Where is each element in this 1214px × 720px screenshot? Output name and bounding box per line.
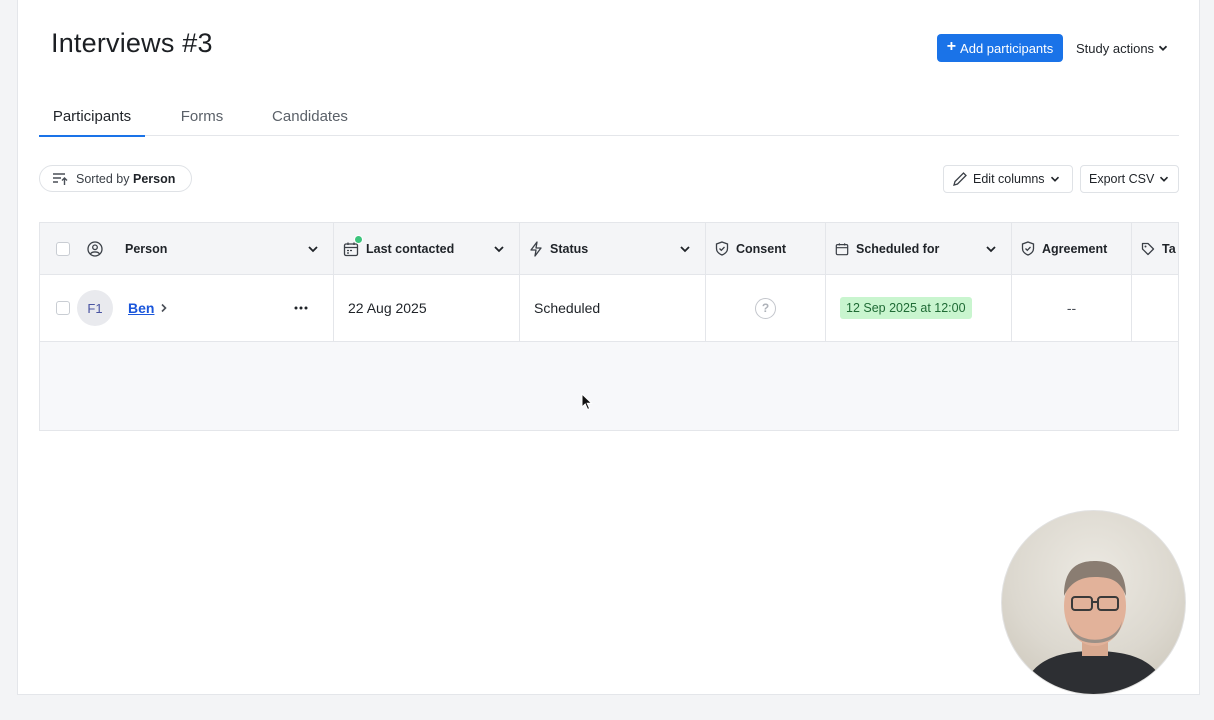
tab-candidates[interactable]: Candidates [259,96,361,136]
column-label: Agreement [1042,241,1108,256]
tab-label: Forms [180,107,224,125]
tab-participants[interactable]: Participants [39,96,145,137]
notification-dot [354,234,363,244]
sort-prefix: Sorted by [76,171,130,186]
chevron-down-icon [1158,45,1168,51]
shield-icon [1021,241,1035,256]
column-scheduled-for[interactable]: Scheduled for [826,223,1012,274]
edit-columns-button[interactable]: Edit columns [943,165,1073,193]
column-status[interactable]: Status [520,223,706,274]
cell-agreement: -- [1012,275,1132,341]
webcam-video [1001,510,1186,695]
column-agreement[interactable]: Agreement [1012,223,1132,274]
sort-field: Person [133,171,176,186]
export-csv-button[interactable]: Export CSV [1080,165,1179,193]
avatar-initials: F1 [87,300,103,316]
tab-forms[interactable]: Forms [145,96,259,136]
chevron-down-icon[interactable] [493,243,505,255]
chevron-down-icon [1050,176,1059,182]
presenter-avatar-icon [1022,561,1167,694]
cell-tags [1132,275,1178,341]
sort-button[interactable]: Sorted by Person [39,165,192,192]
mouse-cursor-icon [581,393,593,411]
chevron-down-icon[interactable] [985,243,997,255]
chevron-down-icon[interactable] [679,243,691,255]
tag-icon [1141,242,1155,255]
chevron-down-icon [1160,176,1169,182]
column-consent[interactable]: Consent [706,223,826,274]
avatar: F1 [77,290,113,326]
page-title: Interviews #3 [51,28,213,58]
calendar-icon [343,234,363,257]
row-checkbox[interactable] [56,301,70,315]
column-label: Consent [736,241,786,256]
scheduled-badge[interactable]: 12 Sep 2025 at 12:00 [840,297,972,319]
column-last-contacted[interactable]: Last contacted [334,223,520,274]
question-circle-icon[interactable]: ? [755,297,776,319]
chevron-down-icon[interactable] [307,243,319,255]
sort-label: Sorted by Person [76,172,175,186]
select-all-checkbox[interactable] [56,241,70,256]
table-row[interactable]: F1 Ben 22 Aug 2025 Scheduled ? 12 Sep 20… [40,275,1178,342]
cell-person: F1 Ben [40,275,334,341]
tab-label: Participants [52,107,132,125]
study-actions-label: Study actions [1076,40,1155,56]
column-tags[interactable]: Ta [1132,223,1178,274]
column-label: Person [125,241,168,256]
cell-last-contacted: 22 Aug 2025 [334,275,520,341]
plus-icon: + [946,38,957,55]
person-link[interactable]: Ben [128,300,154,316]
shield-icon [715,241,729,256]
add-participants-label: Add participants [960,40,1054,56]
cell-scheduled-for: 12 Sep 2025 at 12:00 [826,275,1012,341]
study-actions-button[interactable]: Study actions [1076,34,1168,62]
tab-label: Candidates [272,107,348,125]
more-options-icon[interactable] [294,306,308,310]
edit-columns-label: Edit columns [973,172,1045,186]
calendar-icon [835,242,849,255]
chevron-right-icon[interactable] [160,303,168,313]
cell-consent: ? [706,275,826,341]
pencil-icon [953,172,967,186]
column-person[interactable]: Person [40,223,334,274]
participants-table: Person Last contacted Status Consent Sch… [39,222,1179,431]
tab-bar: Participants Forms Candidates [39,96,1179,137]
column-label: Scheduled for [856,241,940,256]
column-label: Status [550,241,589,256]
sort-icon [53,172,68,185]
user-circle-icon [87,240,103,257]
cell-status[interactable]: Scheduled [520,275,706,341]
agreement-value: -- [1066,300,1077,316]
column-label: Last contacted [366,241,455,256]
export-csv-label: Export CSV [1089,172,1155,186]
status-value: Scheduled [534,300,601,316]
last-contacted-value: 22 Aug 2025 [348,300,427,316]
table-header: Person Last contacted Status Consent Sch… [40,223,1178,275]
column-label: Ta [1162,241,1176,256]
add-participants-button[interactable]: + Add participants [937,34,1063,62]
bolt-icon [530,240,542,257]
